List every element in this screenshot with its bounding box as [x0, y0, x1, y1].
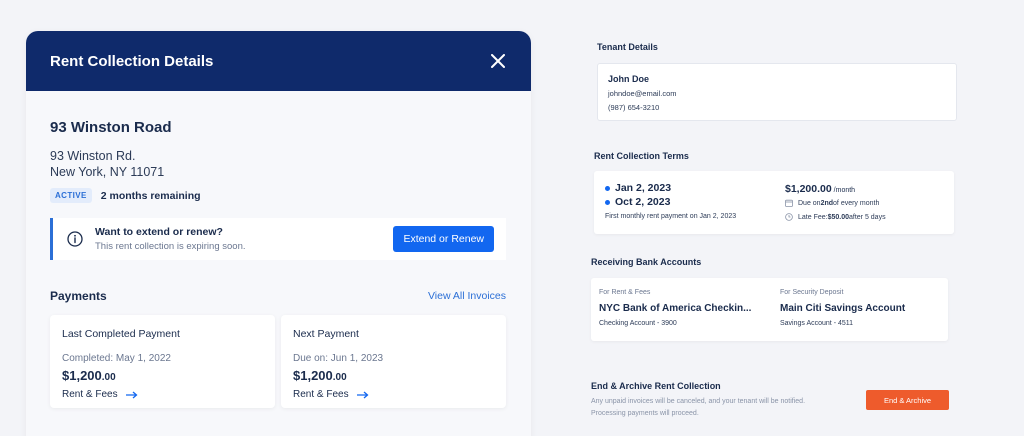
- deposit-bank-sub: Savings Account - 4511: [780, 320, 854, 327]
- next-payment-amount: $1,200.00: [293, 368, 347, 383]
- panel-header: Rent Collection Details: [26, 31, 531, 91]
- tenant-section-title: Tenant Details: [597, 42, 658, 52]
- tenant-name: John Doe: [608, 74, 650, 84]
- last-payment-amount: $1,200.00: [62, 368, 116, 383]
- rent-bank-account[interactable]: For Rent & Fees NYC Bank of America Chec…: [599, 289, 751, 327]
- calendar-icon: [785, 199, 793, 207]
- rent-collection-panel: Rent Collection Details 93 Winston Road …: [26, 31, 531, 436]
- panel-title: Rent Collection Details: [50, 52, 214, 70]
- last-payment-date: Completed: May 1, 2022: [62, 353, 171, 364]
- property-address: 93 Winston Road 93 Winston Rd. New York,…: [50, 119, 201, 203]
- next-payment-title: Next Payment: [293, 328, 359, 340]
- tenant-card: John Doe johndoe@email.com (987) 654-321…: [597, 63, 957, 121]
- next-payment-card: Next Payment Due on: Jun 1, 2023 $1,200.…: [281, 315, 506, 408]
- rent-bank-name: NYC Bank of America Checkin...: [599, 303, 752, 314]
- banks-section-title: Receiving Bank Accounts: [591, 257, 702, 267]
- late-fee-line: Late Fee: $50.00 after 5 days: [785, 213, 886, 221]
- deposit-bank-name: Main Citi Savings Account: [780, 303, 906, 314]
- last-payment-title: Last Completed Payment: [62, 328, 180, 340]
- remaining-text: 2 months remaining: [100, 189, 201, 202]
- renew-notice: Want to extend or renew? This rent colle…: [50, 218, 506, 260]
- term-end-date: Oct 2, 2023: [605, 196, 670, 208]
- term-note: First monthly rent payment on Jan 2, 202…: [605, 213, 737, 220]
- bank-card: For Rent & Fees NYC Bank of America Chec…: [591, 278, 948, 341]
- archive-description: Any unpaid invoices will be canceled, an…: [591, 398, 806, 417]
- info-icon: [67, 231, 83, 247]
- arrow-right-icon: [356, 391, 369, 398]
- address-line-1: 93 Winston Rd.: [50, 149, 136, 163]
- term-start-date: Jan 2, 2023: [605, 182, 671, 194]
- terms-card: Jan 2, 2023 Oct 2, 2023 First monthly re…: [594, 171, 954, 234]
- view-all-invoices-link[interactable]: View All Invoices: [428, 290, 506, 302]
- deposit-bank-label: For Security Deposit: [780, 289, 844, 296]
- archive-section-title: End & Archive Rent Collection: [591, 381, 721, 391]
- deposit-bank-account[interactable]: For Security Deposit Main Citi Savings A…: [780, 289, 905, 327]
- arrow-right-icon: [125, 391, 138, 398]
- end-archive-button[interactable]: End & Archive: [866, 390, 949, 410]
- last-payment-card: Last Completed Payment Completed: May 1,…: [50, 315, 275, 408]
- close-icon[interactable]: [489, 52, 507, 70]
- last-payment-link[interactable]: Rent & Fees: [62, 389, 263, 400]
- status-badge: ACTIVE: [50, 188, 92, 203]
- tenant-email: johndoe@email.com: [608, 89, 677, 98]
- notice-title: Want to extend or renew?: [95, 226, 223, 238]
- extend-renew-button[interactable]: Extend or Renew: [393, 226, 494, 252]
- tenant-phone: (987) 654-3210: [608, 103, 660, 112]
- payments-title: Payments: [50, 289, 107, 303]
- rent-bank-label: For Rent & Fees: [599, 289, 651, 296]
- terms-section-title: Rent Collection Terms: [594, 151, 689, 161]
- next-payment-link[interactable]: Rent & Fees: [293, 389, 494, 400]
- rent-bank-sub: Checking Account - 3900: [599, 320, 677, 327]
- next-payment-date: Due on: Jun 1, 2023: [293, 353, 384, 364]
- status-row: ACTIVE 2 months remaining: [50, 188, 201, 203]
- clock-icon: [785, 213, 793, 221]
- term-amount: $1,200.00 /month: [785, 183, 856, 195]
- address-line-2: New York, NY 11071: [50, 165, 165, 179]
- due-date-line: Due on 2nd of every month: [785, 199, 879, 207]
- address-title: 93 Winston Road: [50, 119, 172, 136]
- notice-subtitle: This rent collection is expiring soon.: [95, 241, 246, 252]
